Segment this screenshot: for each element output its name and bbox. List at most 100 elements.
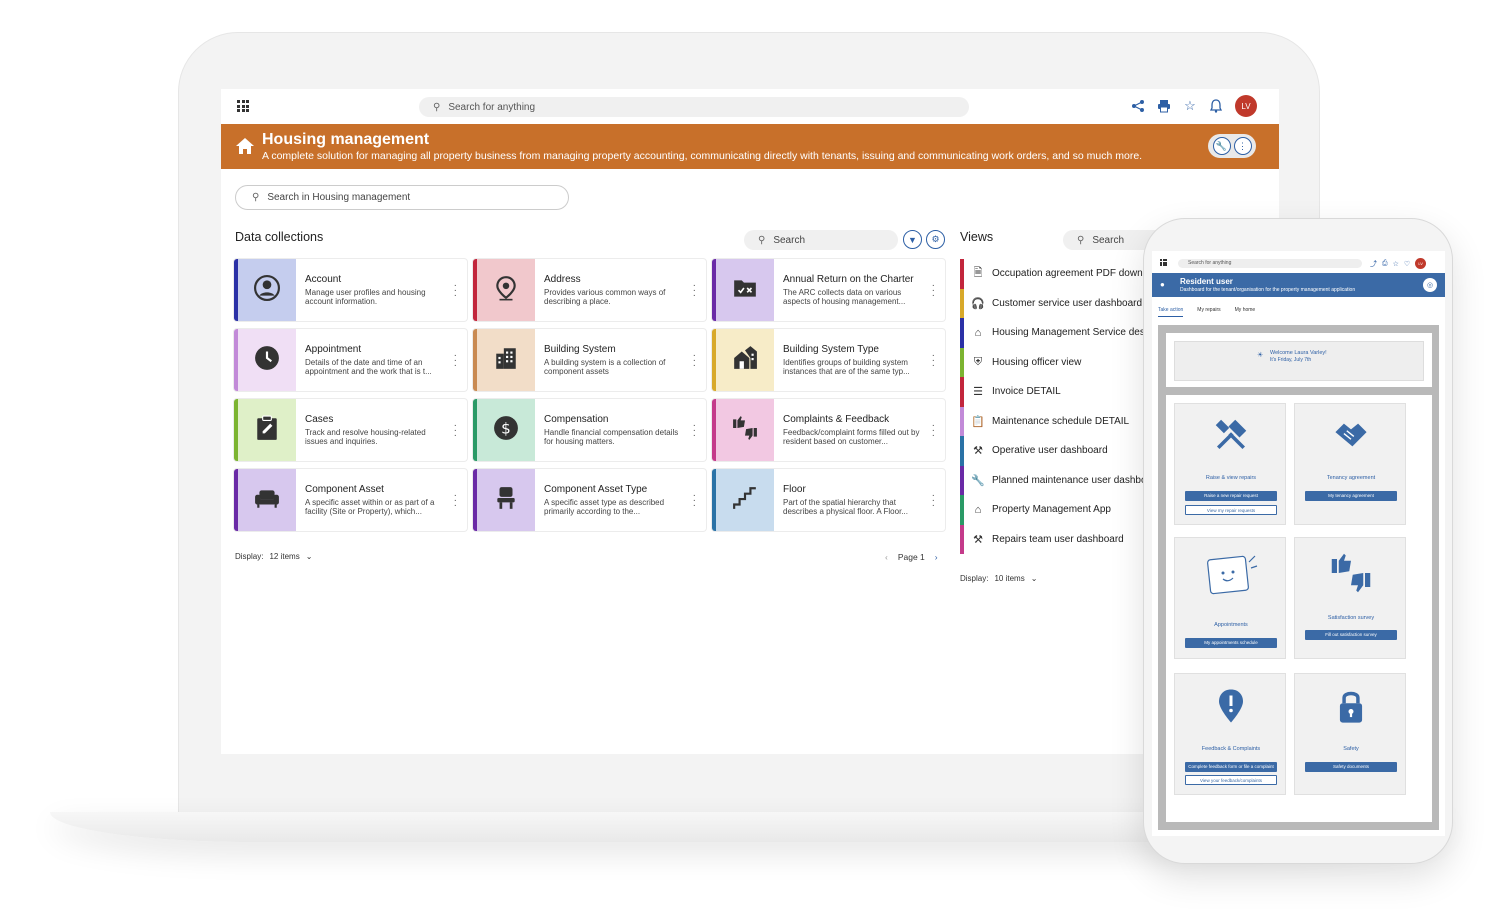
resident-tile-button[interactable]: View my repair requests: [1185, 505, 1277, 515]
collection-card[interactable]: Annual Return on the Charter The ARC coll…: [712, 259, 945, 321]
app-title: Housing management: [262, 131, 430, 148]
resident-tile-button[interactable]: View your feedback/complaints: [1185, 775, 1277, 785]
apps-grid-icon[interactable]: [237, 100, 249, 112]
app-search-input[interactable]: ⚲ Search in Housing management: [235, 185, 569, 210]
card-title: Complaints & Feedback: [783, 414, 890, 425]
lock-icon: [1295, 688, 1407, 724]
star-icon[interactable]: ☆: [1183, 98, 1197, 113]
collection-card[interactable]: Component Asset Type A specific asset typ…: [473, 469, 706, 531]
clipboard-edit-icon: [254, 415, 280, 446]
tab-take-action[interactable]: Take action: [1158, 307, 1184, 317]
resident-tile-title: Satisfaction survey: [1327, 615, 1375, 621]
display-label: Display:: [235, 552, 264, 561]
search-icon: ⚲: [758, 234, 766, 246]
resident-tile-button[interactable]: My appointments schedule: [1185, 638, 1277, 648]
collection-card[interactable]: Building System Type Identifies groups of…: [712, 329, 945, 391]
star-icon[interactable]: ☆: [1393, 260, 1399, 268]
collection-card[interactable]: Floor Part of the spatial hierarchy that …: [712, 469, 945, 531]
filter-icon[interactable]: ▼: [903, 230, 922, 249]
tools-icon: [1175, 418, 1287, 452]
target-icon[interactable]: ◎: [1423, 278, 1437, 292]
collection-card[interactable]: Complaints & Feedback Feedback/complaint …: [712, 399, 945, 461]
share-icon[interactable]: ⤴: [1370, 259, 1377, 269]
collection-card[interactable]: Address Provides various common ways of d…: [473, 259, 706, 321]
phone-top-actions: ⤴ ⎙ ☆ ♡ LV: [1370, 258, 1427, 269]
views-display-control[interactable]: Display: 10 items ⌄: [960, 574, 1037, 583]
tab-my-repairs[interactable]: My repairs: [1197, 307, 1220, 317]
collection-card[interactable]: $ Compensation Handle financial compensati…: [473, 399, 706, 461]
view-item[interactable]: ⌂ Housing Management Service desk: [960, 318, 1160, 348]
card-title: Annual Return on the Charter: [783, 274, 914, 285]
view-item[interactable]: ⚒ Operative user dashboard: [960, 436, 1160, 466]
view-item[interactable]: 🗎 Occupation agreement PDF downlo: [960, 259, 1160, 289]
more-vertical-icon[interactable]: · · ·: [932, 421, 935, 441]
more-vertical-icon[interactable]: · · ·: [454, 351, 457, 371]
print-icon[interactable]: ⎙: [1382, 260, 1388, 268]
shield-icon: ⛨: [973, 355, 983, 368]
chevron-right-icon[interactable]: ›: [935, 552, 938, 562]
more-vertical-icon[interactable]: · · ·: [693, 351, 696, 371]
more-vertical-icon[interactable]: · · ·: [454, 491, 457, 511]
more-vertical-icon[interactable]: · · ·: [932, 491, 935, 511]
view-item[interactable]: ⚒ Repairs team user dashboard: [960, 524, 1160, 554]
view-item[interactable]: 🔧 Planned maintenance user dashbo: [960, 465, 1160, 495]
user-avatar[interactable]: LV: [1415, 258, 1427, 269]
card-title: Building System: [544, 344, 616, 355]
display-label: Display:: [960, 574, 989, 583]
more-vertical-icon[interactable]: · · ·: [932, 281, 935, 301]
card-description: Details of the date and time of an appoi…: [305, 359, 432, 376]
view-item[interactable]: 📋 Maintenance schedule DETAIL: [960, 406, 1160, 436]
folder-check-icon: [732, 275, 758, 306]
bell-icon[interactable]: ♡: [1404, 260, 1410, 268]
apps-grid-icon[interactable]: [1160, 259, 1167, 266]
more-vertical-icon[interactable]: · · ·: [932, 351, 935, 371]
more-vertical-icon[interactable]: · · ·: [693, 491, 696, 511]
bell-icon[interactable]: [1209, 99, 1223, 113]
user-avatar[interactable]: LV: [1235, 95, 1257, 117]
view-item[interactable]: 🎧 Customer service user dashboard: [960, 288, 1160, 318]
resident-tile-button[interactable]: My tenancy agreement: [1305, 491, 1397, 501]
welcome-panel: ☀ Welcome Laura Varley! It's Friday, Jul…: [1166, 333, 1432, 387]
view-item[interactable]: ☰ Invoice DETAIL: [960, 377, 1160, 407]
tab-my-home[interactable]: My home: [1235, 307, 1256, 317]
more-vertical-icon[interactable]: · · ·: [454, 281, 457, 301]
resident-tile-button[interactable]: Fill out satisfaction survey: [1305, 630, 1397, 640]
resident-tile: Satisfaction survey Fill out satisfaction…: [1294, 537, 1406, 659]
collection-card[interactable]: Appointment Details of the date and time …: [234, 329, 467, 391]
more-vertical-icon[interactable]: · · ·: [454, 421, 457, 441]
chair-icon: [493, 485, 519, 516]
list-icon: ☰: [973, 386, 983, 399]
resident-action-grid: Raise & view repairs Raise a new repair r…: [1166, 395, 1432, 822]
app-header-actions: 🔧 ⋮: [1208, 134, 1256, 158]
collection-card[interactable]: Cases Track and resolve housing-related i…: [234, 399, 467, 461]
phone-search-input[interactable]: Search for anything: [1178, 259, 1362, 268]
view-item-label: Housing Management Service desk: [992, 327, 1150, 339]
chevron-left-icon[interactable]: ‹: [885, 552, 888, 562]
collections-search-input[interactable]: ⚲ Search: [744, 230, 898, 250]
view-item[interactable]: ⌂ Property Management App: [960, 495, 1160, 525]
global-search-input[interactable]: ⚲ Search for anything: [419, 97, 969, 117]
app-subtitle: A complete solution for managing all pro…: [262, 150, 1143, 162]
card-icon-tile: [238, 399, 296, 461]
collections-display-control[interactable]: Display: 12 items ⌄: [235, 552, 312, 561]
resident-tile-button[interactable]: Safety documents: [1305, 762, 1397, 772]
collection-card[interactable]: Account Manage user profiles and housing …: [234, 259, 467, 321]
card-title: Cases: [305, 414, 334, 425]
card-description: Manage user profiles and housing account…: [305, 289, 426, 306]
print-icon[interactable]: [1157, 99, 1171, 113]
headset-icon: 🎧: [971, 297, 985, 310]
wrench-icon[interactable]: 🔧: [1212, 137, 1231, 155]
card-title: Appointment: [305, 344, 362, 355]
collection-card[interactable]: Building System A building system is a co…: [473, 329, 706, 391]
share-icon[interactable]: [1131, 99, 1145, 113]
building-icon: [493, 345, 519, 376]
gear-icon[interactable]: ⚙: [926, 230, 945, 249]
views-heading: Views: [960, 230, 994, 244]
collection-card[interactable]: Component Asset A specific asset within o…: [234, 469, 467, 531]
resident-tile-button[interactable]: Raise a new repair request: [1185, 491, 1277, 501]
more-vertical-icon[interactable]: ⋮: [1233, 137, 1252, 155]
more-vertical-icon[interactable]: · · ·: [693, 421, 696, 441]
view-item[interactable]: ⛨ Housing officer view: [960, 347, 1160, 377]
more-vertical-icon[interactable]: · · ·: [693, 281, 696, 301]
resident-tile-button[interactable]: Complete feedback form or file a complai…: [1185, 762, 1277, 772]
